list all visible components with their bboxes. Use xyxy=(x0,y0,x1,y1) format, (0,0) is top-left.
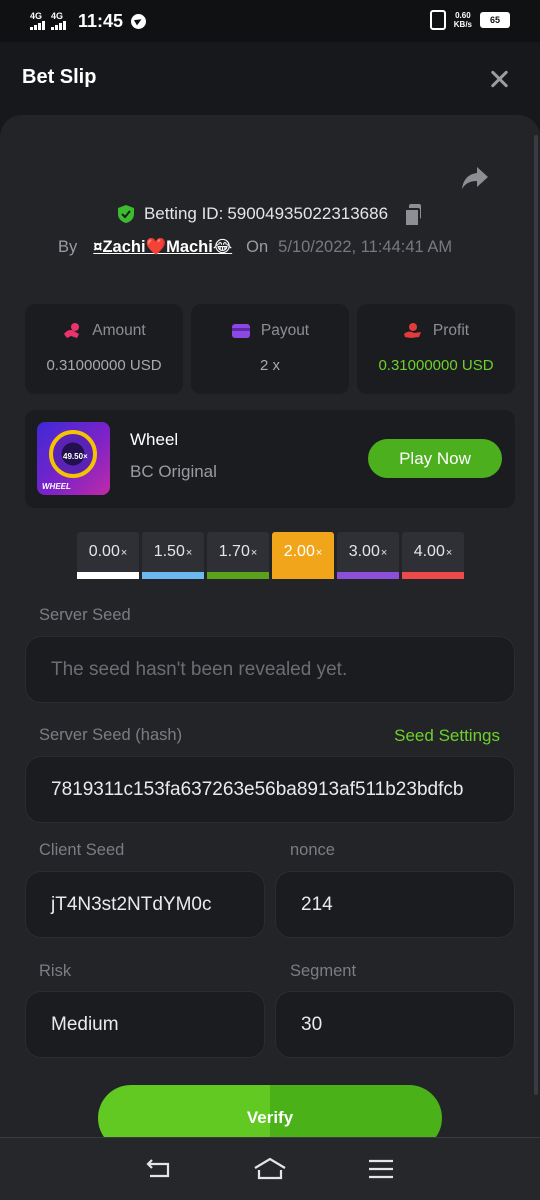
amount-value: 0.31000000 USD xyxy=(46,357,162,374)
bet-date: 5/10/2022, 11:44:41 AM xyxy=(278,237,453,256)
status-bar: 4G 4G 11:45 0.60 KB/s 65 xyxy=(0,0,540,42)
seed-settings-link[interactable]: Seed Settings xyxy=(394,726,500,746)
by-label: By xyxy=(58,237,78,256)
nonce-label: nonce xyxy=(290,841,335,859)
payout-icon xyxy=(231,324,250,338)
segment-label: Segment xyxy=(290,962,357,980)
betting-id: 59004935022313686 xyxy=(227,204,389,223)
network-type: 4G xyxy=(30,11,43,21)
page-title: Bet Slip xyxy=(22,66,97,88)
bet-slip-card: Betting ID: 59004935022313686 By ¤Zachi❤… xyxy=(0,115,540,1151)
risk-label: Risk xyxy=(39,962,72,980)
signal-icon: 4G xyxy=(30,12,45,30)
on-label: On xyxy=(246,237,269,256)
server-seed-label: Server Seed xyxy=(39,606,131,624)
multiplier-color-bar xyxy=(272,572,334,579)
network-speed: 0.60 KB/s xyxy=(454,11,472,29)
status-time: 11:45 xyxy=(78,10,124,31)
signal-icon: 4G xyxy=(51,12,66,30)
system-nav-bar xyxy=(0,1137,540,1200)
battery-icon: 65 xyxy=(480,12,510,28)
multiplier-color-bar xyxy=(337,572,399,579)
nonce-field[interactable]: 214 xyxy=(275,871,515,938)
network-type: 4G xyxy=(51,11,64,21)
betting-id-label: Betting ID: xyxy=(143,204,224,223)
header: Bet Slip xyxy=(0,42,540,118)
close-icon[interactable] xyxy=(486,66,514,94)
multiplier-chip: 1.50 × xyxy=(142,532,204,579)
amount-icon xyxy=(64,323,80,338)
back-icon[interactable] xyxy=(144,1156,174,1182)
client-seed-field[interactable]: jT4N3st2NTdYM0c xyxy=(25,871,265,938)
scrollbar[interactable] xyxy=(534,135,538,1095)
multiplier-color-bar xyxy=(77,572,139,579)
multiplier-list: 0.00 × 1.50 × 1.70 × 2.00 × 3.00 × 4.00 × xyxy=(77,532,464,579)
payout-value: 2 x xyxy=(259,357,280,374)
thumb-brand: WHEEL xyxy=(42,482,71,491)
multiplier-chip: 4.00 × xyxy=(402,532,464,579)
profit-label: Profit xyxy=(432,322,470,339)
speed-value: 0.60 xyxy=(455,11,471,20)
client-seed-label: Client Seed xyxy=(39,841,125,859)
share-icon[interactable] xyxy=(460,165,490,191)
stats-row: Amount 0.31000000 USD Payout 2 x Profit xyxy=(25,304,515,394)
multiplier-chip: 1.70 × xyxy=(207,532,269,579)
profit-icon xyxy=(403,323,421,338)
risk-field[interactable]: Medium xyxy=(25,991,265,1058)
server-seed-field[interactable]: The seed hasn't been revealed yet. xyxy=(25,636,515,703)
vibrate-icon xyxy=(429,10,446,30)
multiplier-chip-active: 2.00 × xyxy=(272,532,334,579)
thumb-multiplier: 49.50× xyxy=(63,452,88,461)
game-thumbnail[interactable]: 49.50× WHEEL xyxy=(37,422,110,495)
play-now-button[interactable]: Play Now xyxy=(368,439,502,478)
copy-icon[interactable] xyxy=(404,204,424,227)
betting-id-row: Betting ID: 59004935022313686 xyxy=(0,204,540,227)
username-link[interactable]: ¤Zachi❤️Machi😂 xyxy=(93,237,232,257)
payout-stat: Payout 2 x xyxy=(191,304,349,394)
telegram-icon xyxy=(131,13,147,29)
amount-label: Amount xyxy=(92,322,146,339)
game-subtitle: BC Original xyxy=(130,462,217,481)
server-seed-hash-label: Server Seed (hash) xyxy=(39,726,183,744)
server-seed-hash-field[interactable]: 7819311c153fa637263e56ba8913af511b23bdfc… xyxy=(25,756,515,823)
segment-field[interactable]: 30 xyxy=(275,991,515,1058)
amount-stat: Amount 0.31000000 USD xyxy=(25,304,183,394)
multiplier-color-bar xyxy=(142,572,204,579)
payout-label: Payout xyxy=(260,322,310,339)
profit-stat: Profit 0.31000000 USD xyxy=(357,304,515,394)
shield-icon xyxy=(117,205,134,223)
multiplier-chip: 0.00 × xyxy=(77,532,139,579)
multiplier-color-bar xyxy=(402,572,464,579)
bet-meta-row: By ¤Zachi❤️Machi😂 On 5/10/2022, 11:44:41… xyxy=(58,237,452,257)
multiplier-color-bar xyxy=(207,572,269,579)
speed-unit: KB/s xyxy=(453,20,472,29)
multiplier-chip: 3.00 × xyxy=(337,532,399,579)
profit-value: 0.31000000 USD xyxy=(378,357,494,374)
battery-level: 65 xyxy=(482,14,508,26)
home-icon[interactable] xyxy=(253,1156,287,1182)
game-name: Wheel xyxy=(130,430,179,449)
game-card: 49.50× WHEEL Wheel BC Original Play Now xyxy=(25,410,515,508)
menu-icon[interactable] xyxy=(366,1156,396,1182)
